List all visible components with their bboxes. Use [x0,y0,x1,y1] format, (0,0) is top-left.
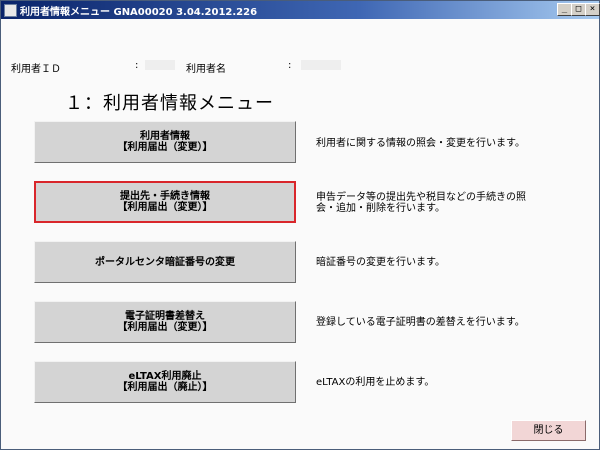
user-id-label: 利用者ＩＤ [11,64,61,75]
button-label-line2: 【利用届出（変更）】 [117,142,213,153]
eltax-discontinue-description: eLTAXの利用を止めます。 [316,377,434,388]
description-line1: eLTAXの利用を止めます。 [316,377,435,388]
description-line1: 登録している電子証明書の差替えを行います。 [316,317,525,328]
application-window: 利用者情報メニュー GNA00020 3.04.2012.226 _ □ × 利… [0,0,600,450]
button-label-line1: eLTAX利用廃止 [128,371,202,382]
button-label-line2: 【利用届出（変更）】 [117,202,213,213]
user-id-value-masked [145,60,175,70]
button-label-line2: 【利用届出（廃止）】 [117,382,213,393]
button-label-line1: 電子証明書差替え [125,311,205,322]
close-window-button[interactable]: × [585,3,600,16]
description-line1: 暗証番号の変更を行います。 [316,257,445,268]
maximize-button[interactable]: □ [571,3,586,16]
page-title: １：利用者情報メニュー [65,93,274,114]
button-label-line1: 提出先・手続き情報 [120,191,210,202]
user-id-separator: : [135,60,139,71]
user-info-description: 利用者に関する情報の照会・変更を行います。 [316,138,525,149]
portal-pin-change-button[interactable]: ポータルセンタ暗証番号の変更 [34,241,296,283]
description-line1: 利用者に関する情報の照会・変更を行います。 [316,138,525,149]
title-bar[interactable]: 利用者情報メニュー GNA00020 3.04.2012.226 _ □ × [1,1,600,19]
user-name-value-masked [301,60,341,70]
eltax-discontinue-button[interactable]: eLTAX利用廃止 【利用届出（廃止）】 [34,361,296,403]
app-icon [4,4,17,17]
certificate-replace-description: 登録している電子証明書の差替えを行います。 [316,317,525,328]
user-info-button[interactable]: 利用者情報 【利用届出（変更）】 [34,121,296,163]
description-line1: 申告データ等の提出先や税目などの手続きの照 [316,192,526,203]
submission-procedure-description: 申告データ等の提出先や税目などの手続きの照 会・追加・削除を行います。 [316,192,526,214]
portal-pin-change-description: 暗証番号の変更を行います。 [316,257,445,268]
submission-procedure-button[interactable]: 提出先・手続き情報 【利用届出（変更）】 [34,181,296,223]
window-title: 利用者情報メニュー GNA00020 3.04.2012.226 [20,7,258,18]
description-line2: 会・追加・削除を行います。 [316,203,445,214]
certificate-replace-button[interactable]: 電子証明書差替え 【利用届出（変更）】 [34,301,296,343]
button-label-line1: ポータルセンタ暗証番号の変更 [95,256,235,268]
minimize-button[interactable]: _ [557,3,572,16]
button-label-line2: 【利用届出（変更）】 [117,322,213,333]
user-name-label: 利用者名 [186,64,226,75]
button-label-line1: 利用者情報 [140,131,190,142]
user-name-separator: : [288,60,292,71]
close-button[interactable]: 閉じる [511,420,586,441]
